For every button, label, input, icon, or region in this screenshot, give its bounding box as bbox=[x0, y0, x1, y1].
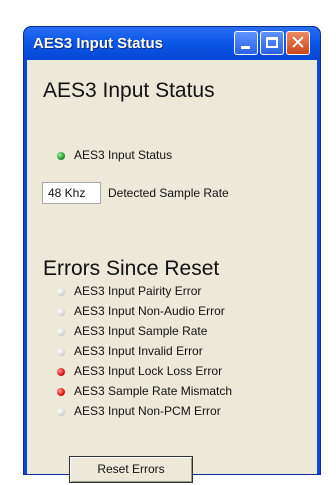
error-label: AES3 Input Invalid Error bbox=[74, 344, 203, 358]
error-led-icon bbox=[57, 408, 65, 416]
sample-rate-label: Detected Sample Rate bbox=[108, 186, 229, 200]
maximize-button[interactable] bbox=[260, 31, 284, 55]
close-icon: ✕ bbox=[290, 32, 306, 54]
reset-errors-button[interactable]: Reset Errors bbox=[69, 456, 193, 483]
status-heading: AES3 Input Status bbox=[43, 79, 215, 102]
status-led-icon bbox=[57, 152, 65, 160]
minimize-button[interactable] bbox=[234, 31, 258, 55]
error-label: AES3 Input Lock Loss Error bbox=[74, 364, 223, 378]
window-client-area: AES3 Input Status AES3 Input Status 48 K… bbox=[27, 60, 317, 483]
close-button[interactable]: ✕ bbox=[286, 31, 310, 55]
error-led-icon bbox=[57, 308, 65, 316]
title-bar[interactable]: AES3 Input Status ✕ bbox=[24, 27, 320, 60]
error-led-icon bbox=[57, 348, 65, 356]
error-label: AES3 Input Non-PCM Error bbox=[74, 404, 221, 418]
error-label: AES3 Input Non-Audio Error bbox=[74, 304, 225, 318]
window-title: AES3 Input Status bbox=[33, 35, 164, 52]
minimize-icon bbox=[235, 32, 257, 54]
error-label: AES3 Sample Rate Mismatch bbox=[74, 384, 233, 398]
aes3-status-window: AES3 Input Status ✕ AES3 Input Status AE… bbox=[23, 26, 321, 483]
error-label: AES3 Input Pairity Error bbox=[74, 284, 202, 298]
error-led-icon bbox=[57, 328, 65, 336]
sample-rate-field: 48 Khz bbox=[42, 182, 101, 204]
error-led-icon bbox=[57, 388, 65, 396]
status-indicator-label: AES3 Input Status bbox=[74, 148, 173, 162]
maximize-icon bbox=[261, 32, 283, 54]
errors-heading: Errors Since Reset bbox=[43, 257, 220, 280]
error-label: AES3 Input Sample Rate bbox=[74, 324, 208, 338]
error-led-icon bbox=[57, 288, 65, 296]
error-led-icon bbox=[57, 368, 65, 376]
